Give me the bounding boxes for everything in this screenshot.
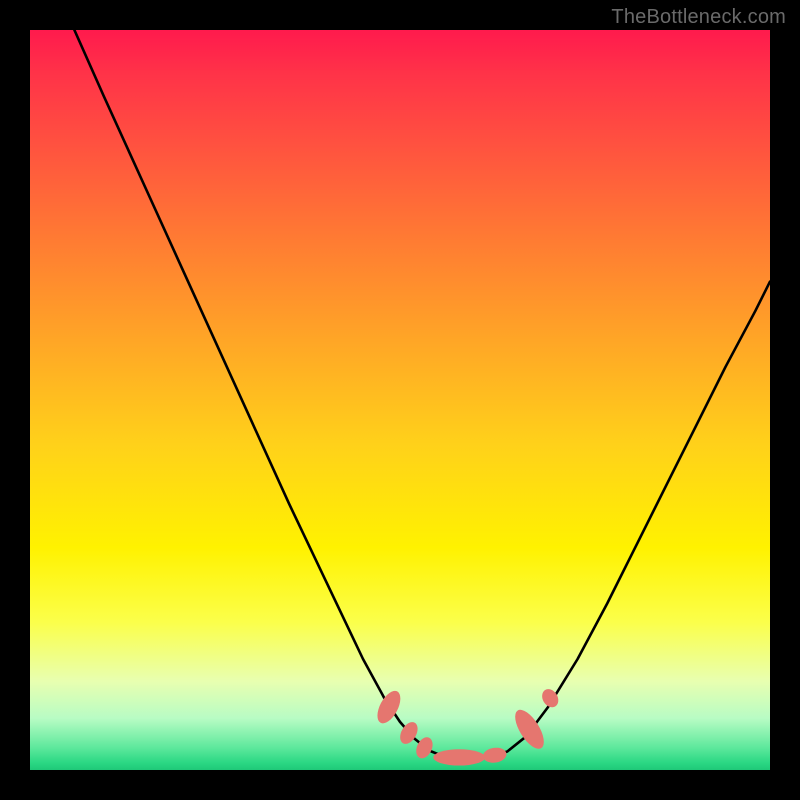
plot-area bbox=[30, 30, 770, 770]
valley-marker bbox=[433, 749, 485, 765]
watermark-text: TheBottleneck.com bbox=[611, 6, 786, 29]
bottleneck-curve bbox=[74, 30, 770, 758]
valley-marker bbox=[482, 746, 508, 764]
curve-layer bbox=[30, 30, 770, 770]
chart-frame: TheBottleneck.com bbox=[0, 0, 800, 800]
